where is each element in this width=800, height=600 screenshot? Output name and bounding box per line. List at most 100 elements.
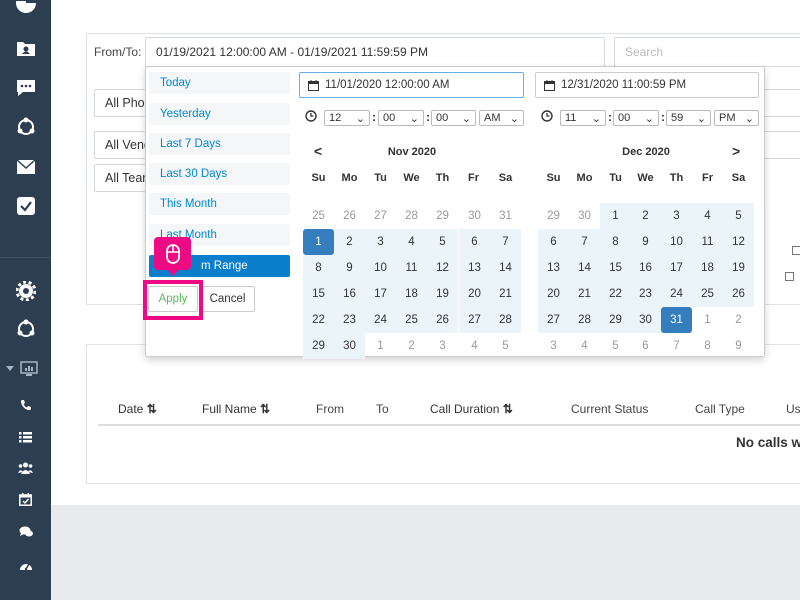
- search-input[interactable]: Search: [614, 37, 800, 67]
- calendar-day[interactable]: 1: [692, 307, 723, 333]
- prev-month-button[interactable]: <: [314, 143, 322, 159]
- calendar-day[interactable]: 6: [630, 333, 661, 359]
- end-minute-select[interactable]: 00 ⌄: [613, 110, 659, 126]
- calendar-day[interactable]: 9: [723, 333, 754, 359]
- calendar-day[interactable]: 13: [459, 255, 490, 281]
- network-icon[interactable]: [0, 318, 51, 340]
- calendar-day[interactable]: 15: [600, 255, 631, 281]
- calendar-day[interactable]: 4: [692, 203, 723, 229]
- calendar-day[interactable]: 22: [600, 281, 631, 307]
- calendar-day[interactable]: 13: [538, 255, 569, 281]
- range-last-30-days[interactable]: Last 30 Days: [149, 163, 290, 185]
- calendar-day[interactable]: 2: [334, 229, 365, 255]
- monitor-icon[interactable]: [0, 360, 51, 378]
- right-select-2[interactable]: [760, 131, 800, 159]
- calendar-day[interactable]: 15: [303, 281, 334, 307]
- start-ampm-select[interactable]: AM ⌄: [479, 110, 524, 126]
- column-to[interactable]: To: [376, 402, 389, 416]
- calendar-day[interactable]: 7: [490, 229, 521, 255]
- calendar-day[interactable]: 19: [723, 255, 754, 281]
- checkbox[interactable]: [792, 246, 800, 255]
- range-last-7-days[interactable]: Last 7 Days: [149, 133, 290, 155]
- calendar-day[interactable]: 3: [661, 203, 692, 229]
- range-today[interactable]: Today: [149, 72, 290, 94]
- calendar-day[interactable]: 11: [692, 229, 723, 255]
- calendar-day[interactable]: 31: [661, 307, 692, 333]
- range-yesterday[interactable]: Yesterday: [149, 103, 290, 125]
- column-call-type[interactable]: Call Type: [695, 402, 745, 416]
- calendar-day[interactable]: 27: [365, 203, 396, 229]
- start-date-input[interactable]: 11/01/2020 12:00:00 AM: [299, 72, 524, 98]
- calendar-day[interactable]: 27: [538, 307, 569, 333]
- calendar-day[interactable]: 3: [365, 229, 396, 255]
- dashboard-icon[interactable]: [0, 557, 51, 573]
- calendar-day[interactable]: 26: [723, 281, 754, 307]
- calendar-day[interactable]: 4: [569, 333, 600, 359]
- calendar-day[interactable]: 14: [569, 255, 600, 281]
- end-ampm-select[interactable]: PM ⌄: [714, 110, 759, 126]
- calendar-day[interactable]: 21: [490, 281, 521, 307]
- chat-icon[interactable]: [0, 77, 51, 99]
- calendar-day[interactable]: 10: [661, 229, 692, 255]
- calendar-day[interactable]: 7: [661, 333, 692, 359]
- calendar-day[interactable]: 7: [569, 229, 600, 255]
- right-select-1[interactable]: [760, 89, 800, 117]
- calendar-day[interactable]: 30: [630, 307, 661, 333]
- calendar-day[interactable]: 25: [303, 203, 334, 229]
- calendar-day[interactable]: 19: [427, 281, 458, 307]
- calendar-day[interactable]: 2: [630, 203, 661, 229]
- column-call-duration[interactable]: Call Duration ⇅: [430, 402, 513, 416]
- calendar-day[interactable]: 1: [600, 203, 631, 229]
- column-date[interactable]: Date ⇅: [118, 402, 157, 416]
- pie-chart-icon[interactable]: [0, 0, 51, 22]
- calendar-day[interactable]: 9: [630, 229, 661, 255]
- calendar-day[interactable]: 30: [569, 203, 600, 229]
- calendar-day[interactable]: 8: [692, 333, 723, 359]
- date-range-input[interactable]: 01/19/2021 12:00:00 AM - 01/19/2021 11:5…: [145, 37, 605, 67]
- calendar-day[interactable]: 17: [365, 281, 396, 307]
- calendar-day[interactable]: 29: [600, 307, 631, 333]
- calendar-day[interactable]: 30: [334, 333, 365, 359]
- calendar-day[interactable]: 11: [396, 255, 427, 281]
- calendar-day[interactable]: 26: [334, 203, 365, 229]
- calendar-day[interactable]: 12: [427, 255, 458, 281]
- calendar-day[interactable]: 2: [396, 333, 427, 359]
- list-icon[interactable]: [0, 429, 51, 445]
- column-user[interactable]: Us: [786, 402, 800, 416]
- end-hour-select[interactable]: 11 ⌄: [560, 110, 606, 126]
- column-from[interactable]: From: [316, 402, 344, 416]
- calendar-day[interactable]: 17: [661, 255, 692, 281]
- calendar-day[interactable]: 26: [427, 307, 458, 333]
- calendar-day[interactable]: 5: [600, 333, 631, 359]
- end-date-input[interactable]: 12/31/2020 11:00:59 PM: [535, 72, 759, 98]
- users-icon[interactable]: [0, 460, 51, 476]
- phone-icon[interactable]: [0, 397, 51, 413]
- calendar-day[interactable]: 29: [303, 333, 334, 359]
- start-hour-select[interactable]: 12 ⌄: [324, 110, 370, 126]
- calendar-day[interactable]: 12: [723, 229, 754, 255]
- calendar-day[interactable]: 8: [303, 255, 334, 281]
- gear-icon[interactable]: [0, 280, 51, 302]
- column-full-name[interactable]: Full Name ⇅: [202, 402, 270, 416]
- comments-icon[interactable]: [0, 524, 51, 540]
- calendar-day[interactable]: 28: [490, 307, 521, 333]
- calendar-day[interactable]: 24: [661, 281, 692, 307]
- calendar-day[interactable]: 16: [630, 255, 661, 281]
- next-month-button[interactable]: >: [732, 143, 740, 159]
- calendar-day[interactable]: 29: [538, 203, 569, 229]
- calendar-day[interactable]: 28: [569, 307, 600, 333]
- calendar-day[interactable]: 5: [723, 203, 754, 229]
- calendar-day[interactable]: 24: [365, 307, 396, 333]
- column-current-status[interactable]: Current Status: [571, 402, 648, 416]
- calendar-day[interactable]: 2: [723, 307, 754, 333]
- calendar-day[interactable]: 22: [303, 307, 334, 333]
- calendar-day[interactable]: 14: [490, 255, 521, 281]
- start-minute-select[interactable]: 00 ⌄: [378, 110, 424, 126]
- calendar-day[interactable]: 4: [459, 333, 490, 359]
- network-icon[interactable]: [0, 116, 51, 138]
- start-second-select[interactable]: 00 ⌄: [431, 110, 476, 126]
- checkbox-icon[interactable]: [0, 195, 51, 217]
- calendar-day[interactable]: 20: [459, 281, 490, 307]
- calendar-day[interactable]: 4: [396, 229, 427, 255]
- calendar-day[interactable]: 3: [427, 333, 458, 359]
